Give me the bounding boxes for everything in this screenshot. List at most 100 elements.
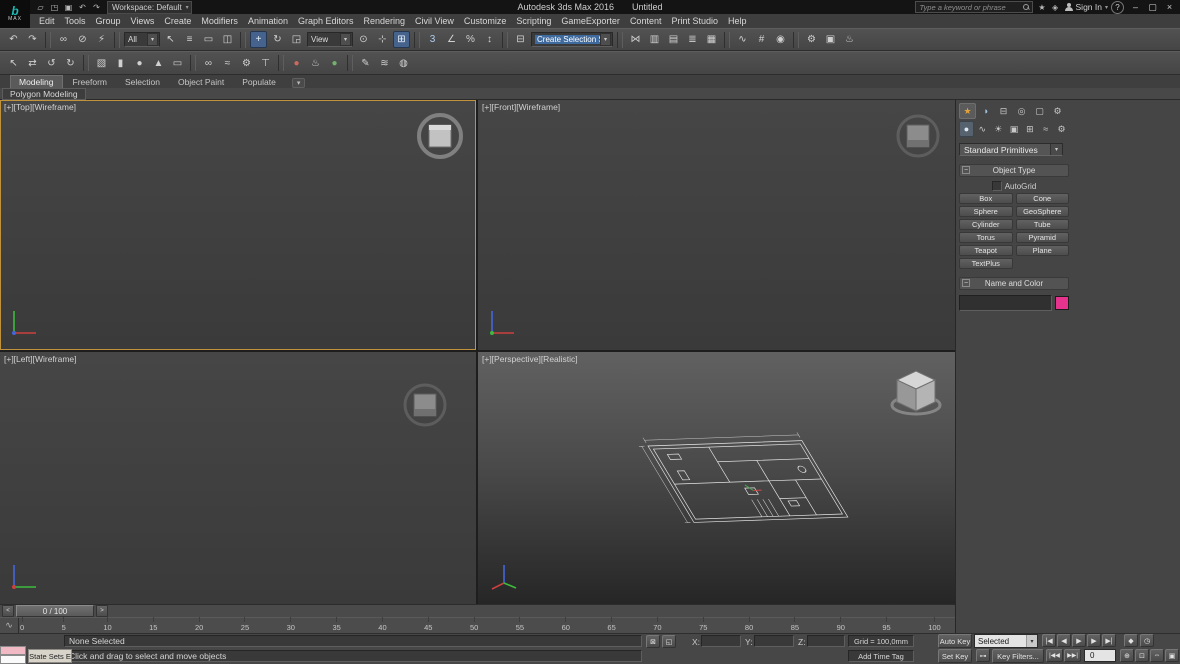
- menu-item[interactable]: Edit: [34, 16, 60, 26]
- menu-item[interactable]: Content: [625, 16, 667, 26]
- red-sphere-icon[interactable]: ●: [288, 55, 305, 72]
- viewcube[interactable]: [398, 378, 452, 437]
- bind-to-space-warp-icon[interactable]: ⚡: [93, 31, 110, 48]
- search-icon[interactable]: [1023, 4, 1030, 11]
- ribbon-minimize-icon[interactable]: ▾: [292, 78, 306, 88]
- object-type-button[interactable]: Sphere: [959, 206, 1013, 217]
- save-file-icon[interactable]: ▣: [62, 1, 75, 13]
- object-type-rollout-header[interactable]: − Object Type: [959, 164, 1069, 177]
- render-production-icon[interactable]: ♨: [841, 31, 858, 48]
- previous-frame-arrow[interactable]: <: [2, 605, 14, 617]
- open-file-icon[interactable]: ◳: [48, 1, 61, 13]
- selection-lock-toggle[interactable]: ⊠: [646, 635, 660, 648]
- redo-icon[interactable]: ↷: [90, 1, 103, 13]
- key-tangent-icon[interactable]: ◆: [1124, 634, 1138, 647]
- open-mini-curve-editor-button[interactable]: ∿: [0, 618, 19, 633]
- go-to-start-button[interactable]: |◀: [1042, 634, 1056, 647]
- teapot-icon[interactable]: ♨: [307, 55, 324, 72]
- sign-in-button[interactable]: Sign In ▾: [1065, 2, 1108, 12]
- workspace-dropdown[interactable]: Workspace: Default ▾: [107, 1, 192, 14]
- gear-icon[interactable]: ⚙: [238, 55, 255, 72]
- pencil-icon[interactable]: ✎: [357, 55, 374, 72]
- rotate-ccw-icon[interactable]: ↺: [43, 55, 60, 72]
- auto-key-button[interactable]: Auto Key: [938, 634, 972, 648]
- menu-item[interactable]: Tools: [60, 16, 91, 26]
- minimize-button[interactable]: –: [1127, 1, 1144, 14]
- create-tab[interactable]: ★: [959, 103, 976, 119]
- green-sphere-icon[interactable]: ●: [326, 55, 343, 72]
- tab-polygon-modeling[interactable]: Polygon Modeling: [2, 88, 86, 100]
- previous-frame-button[interactable]: ◀: [1057, 634, 1071, 647]
- search-input[interactable]: [918, 2, 1023, 13]
- snaps-toggle-icon[interactable]: 3: [424, 31, 441, 48]
- menu-item[interactable]: GameExporter: [556, 16, 625, 26]
- rotate-cw-icon[interactable]: ↻: [62, 55, 79, 72]
- cursor-arrow-icon[interactable]: ↖: [5, 55, 22, 72]
- angle-snap-icon[interactable]: ∠: [443, 31, 460, 48]
- maxscript-mini-listener-macro[interactable]: [0, 646, 26, 655]
- new-scene-icon[interactable]: ▱: [34, 1, 47, 13]
- undo-icon[interactable]: ↶: [5, 31, 22, 48]
- utilities-tab[interactable]: ⚙: [1049, 103, 1066, 119]
- collapse-icon[interactable]: −: [962, 166, 970, 174]
- select-and-link-icon[interactable]: ∞: [55, 31, 72, 48]
- wave-icon[interactable]: ≈: [219, 55, 236, 72]
- favorites-icon[interactable]: ★: [1036, 1, 1049, 13]
- state-sets-window-button[interactable]: State Sets E: [28, 649, 72, 663]
- people-icon[interactable]: ◍: [395, 55, 412, 72]
- display-tab[interactable]: ▢: [1031, 103, 1048, 119]
- object-color-swatch[interactable]: [1055, 296, 1069, 310]
- set-key-button[interactable]: Set Key: [938, 649, 972, 663]
- zoom-region-time-icon[interactable]: ⊡: [1135, 649, 1149, 662]
- time-configuration-icon[interactable]: ◷: [1140, 634, 1154, 647]
- space-warps-category[interactable]: ≈: [1038, 121, 1053, 137]
- help-button[interactable]: ?: [1111, 1, 1124, 14]
- systems-category[interactable]: ⚙: [1054, 121, 1069, 137]
- unlink-selection-icon[interactable]: ⊘: [74, 31, 91, 48]
- undo-icon[interactable]: ↶: [76, 1, 89, 13]
- motion-tab[interactable]: ◎: [1013, 103, 1030, 119]
- key-selection-dropdown[interactable]: Selected ▾: [974, 634, 1038, 648]
- sphere-icon[interactable]: ●: [131, 55, 148, 72]
- rectangular-selection-region-icon[interactable]: ▭: [200, 31, 217, 48]
- object-type-button[interactable]: Box: [959, 193, 1013, 204]
- select-and-rotate-icon[interactable]: ↻: [269, 31, 286, 48]
- ribbon-tab[interactable]: Populate: [234, 76, 284, 88]
- object-type-button[interactable]: Cone: [1016, 193, 1070, 204]
- ribbon-tab[interactable]: Freeform: [65, 76, 115, 88]
- shapes-category[interactable]: ∿: [975, 121, 990, 137]
- y-coordinate-field[interactable]: [754, 635, 794, 647]
- name-color-rollout-header[interactable]: − Name and Color: [959, 277, 1069, 290]
- toggle-ribbon-icon[interactable]: ▦: [703, 31, 720, 48]
- z-coordinate-field[interactable]: [807, 635, 845, 647]
- viewport-label[interactable]: [+][Perspective][Realistic]: [482, 354, 578, 364]
- isolate-selection-toggle[interactable]: ◱: [662, 635, 676, 648]
- zoom-extents-time-icon[interactable]: ▣: [1165, 649, 1179, 662]
- x-coordinate-field[interactable]: [701, 635, 741, 647]
- go-to-start-button[interactable]: |◀◀: [1046, 649, 1063, 662]
- select-and-manipulate-icon[interactable]: ⊹: [374, 31, 391, 48]
- viewport-front[interactable]: [+][Front][Wireframe]: [478, 100, 955, 350]
- object-type-button[interactable]: Tube: [1016, 219, 1070, 230]
- ribbon-tab[interactable]: Selection: [117, 76, 168, 88]
- application-menu-button[interactable]: b MAX: [0, 0, 30, 28]
- align-icon[interactable]: ▥: [646, 31, 663, 48]
- cameras-category[interactable]: ▣: [1007, 121, 1022, 137]
- menu-item[interactable]: Customize: [459, 16, 512, 26]
- menu-item[interactable]: Create: [159, 16, 196, 26]
- menu-item[interactable]: Scripting: [511, 16, 556, 26]
- viewport-label[interactable]: [+][Top][Wireframe]: [4, 102, 76, 112]
- next-frame-arrow[interactable]: >: [96, 605, 108, 617]
- select-and-scale-icon[interactable]: ◲: [288, 31, 305, 48]
- chain-link-icon[interactable]: ∞: [200, 55, 217, 72]
- search-box[interactable]: [915, 1, 1033, 13]
- hammer-icon[interactable]: ⊤: [257, 55, 274, 72]
- menu-item[interactable]: Rendering: [359, 16, 411, 26]
- swap-arrows-icon[interactable]: ⇄: [24, 55, 41, 72]
- cylinder-icon[interactable]: ▮: [112, 55, 129, 72]
- edit-named-selection-sets-icon[interactable]: ⊟: [512, 31, 529, 48]
- geometry-category[interactable]: ●: [959, 121, 974, 137]
- object-type-button[interactable]: Torus: [959, 232, 1013, 243]
- next-frame-button[interactable]: ▶: [1087, 634, 1101, 647]
- add-time-tag[interactable]: Add Time Tag: [848, 650, 914, 662]
